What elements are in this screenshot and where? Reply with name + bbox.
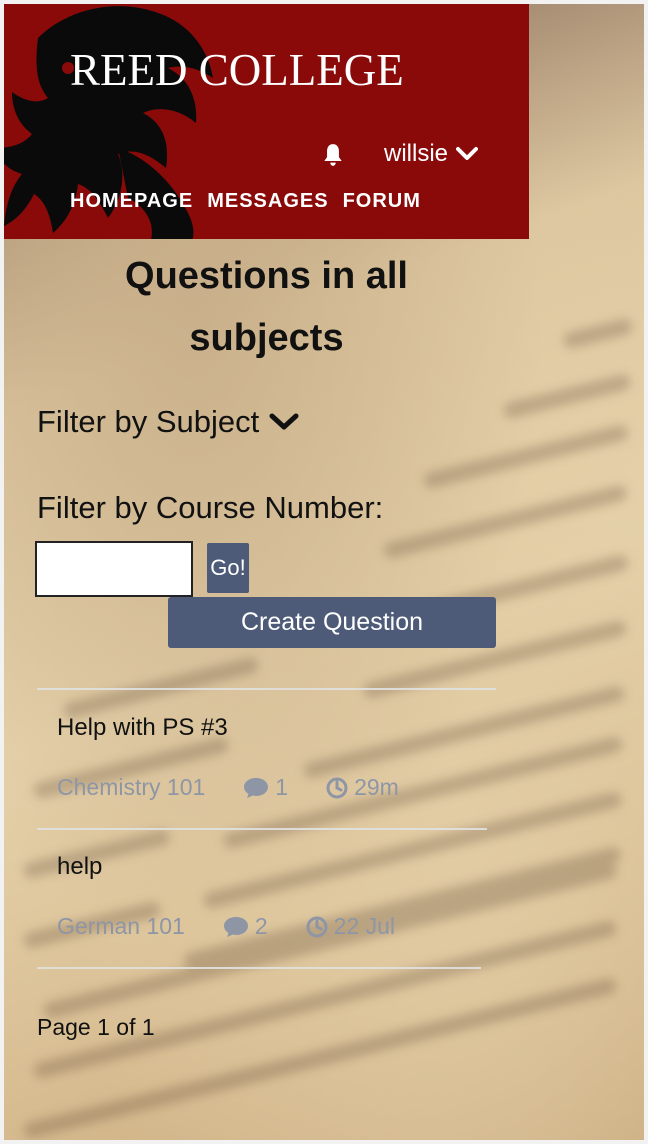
question-subject[interactable]: Chemistry 101 xyxy=(57,774,205,801)
filter-subject-label: Filter by Subject xyxy=(37,404,260,439)
site-header: REED COLLEGE willsie HOMEPAGE MESSAGES F… xyxy=(4,4,529,239)
nav-homepage[interactable]: HOMEPAGE xyxy=(70,190,193,213)
chevron-down-icon xyxy=(456,147,479,160)
nav-messages[interactable]: MESSAGES xyxy=(207,190,328,213)
comment-icon xyxy=(223,916,248,937)
question-time: 22 Jul xyxy=(306,913,395,940)
question-title[interactable]: Help with PS #3 xyxy=(57,714,228,742)
question-title[interactable]: help xyxy=(57,853,102,881)
question-time: 29m xyxy=(326,774,399,801)
reply-count: 2 xyxy=(223,913,268,940)
filter-course-label: Filter by Course Number: xyxy=(37,490,384,525)
reply-count-value: 2 xyxy=(254,913,268,939)
divider xyxy=(37,967,481,969)
go-button[interactable]: Go! xyxy=(207,543,249,593)
question-meta: German 101 2 22 Jul xyxy=(57,913,395,940)
clock-icon xyxy=(326,777,348,798)
username-label: willsie xyxy=(384,140,449,167)
clock-icon xyxy=(306,916,328,937)
page-title: Questions in all subjects xyxy=(4,245,529,369)
page-title-line2: subjects xyxy=(189,317,344,359)
reply-count: 1 xyxy=(243,774,288,801)
question-time-value: 22 Jul xyxy=(333,913,396,939)
reply-count-value: 1 xyxy=(275,774,289,800)
chevron-down-icon xyxy=(269,413,299,430)
question-time-value: 29m xyxy=(354,774,399,800)
pagination-text: Page 1 of 1 xyxy=(37,1014,155,1040)
course-number-input[interactable] xyxy=(35,541,193,597)
divider xyxy=(37,688,496,690)
comment-icon xyxy=(244,777,269,798)
user-menu[interactable]: willsie xyxy=(384,140,479,168)
main-nav: HOMEPAGE MESSAGES FORUM xyxy=(70,190,421,213)
create-question-button[interactable]: Create Question xyxy=(168,597,496,648)
divider xyxy=(37,828,487,830)
page-title-line1: Questions in all xyxy=(125,255,408,297)
question-meta: Chemistry 101 1 29m xyxy=(57,774,399,801)
bell-icon[interactable] xyxy=(320,142,346,168)
site-brand[interactable]: REED COLLEGE xyxy=(70,44,404,96)
question-subject[interactable]: German 101 xyxy=(57,913,185,940)
filter-by-subject-dropdown[interactable]: Filter by Subject xyxy=(37,404,299,440)
nav-forum[interactable]: FORUM xyxy=(343,190,421,213)
